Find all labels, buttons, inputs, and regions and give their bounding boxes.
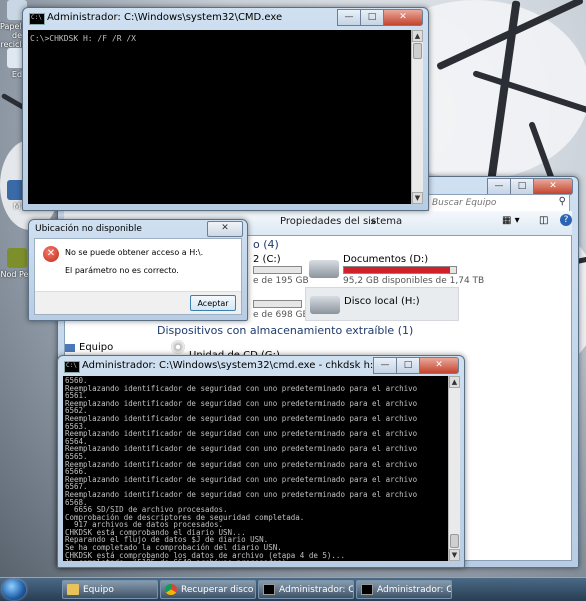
scroll-down-arrow-icon[interactable]: ▼	[412, 192, 423, 204]
error-message: No se puede obtener acceso a H:\.	[65, 248, 204, 257]
toolbar-more-button[interactable]: »	[370, 215, 377, 228]
drive-d-free-text: 95,2 GB disponibles de 1,74 TB	[343, 276, 485, 286]
desktop-icon-label: Ed	[11, 70, 23, 79]
scroll-up-arrow-icon[interactable]: ▲	[449, 376, 460, 388]
taskbar-button-label: Equipo	[83, 585, 114, 595]
dialog-footer: Aceptar	[35, 291, 241, 314]
taskbar-button-label: Administrador: C:\Wi...	[377, 585, 452, 595]
dialog-body: ✕ No se puede obtener acceso a H:\. El p…	[34, 238, 242, 315]
drive-3-free-text: e de 698 GB	[253, 310, 309, 320]
cmd-icon	[64, 361, 80, 373]
close-button[interactable]: ✕	[419, 357, 459, 374]
taskbar-button-label: Administrador: C:\W...	[279, 585, 354, 595]
window-title: Administrador: C:\Windows\system32\cmd.e…	[82, 360, 413, 371]
console-line: Reemplazando identificador de seguridad …	[65, 398, 418, 408]
taskbar-button-chrome[interactable]: Recuperar disco dur...	[160, 580, 256, 599]
console-line: C:\>CHKDSK H: /F /R /X	[30, 34, 136, 43]
desktop-icon-label: M	[13, 202, 21, 211]
drive-h-label: Disco local (H:)	[344, 296, 420, 307]
drive-c-label[interactable]: 2 (C:)	[253, 254, 281, 265]
cmd-icon	[361, 584, 373, 595]
taskbar-button-explorer[interactable]: Equipo	[62, 580, 158, 599]
taskbar-button-cmd-1[interactable]: Administrador: C:\W...	[258, 580, 354, 599]
drive-c-free-text: e de 195 GB	[253, 276, 309, 286]
minimize-button[interactable]: —	[373, 357, 397, 374]
console-line: Reemplazando identificador de seguridad …	[65, 459, 418, 469]
cmd-window-top: Administrador: C:\Windows\system32\CMD.e…	[22, 7, 429, 211]
dialog-title: Ubicación no disponible	[35, 224, 142, 234]
search-icon: ⚲	[558, 196, 566, 207]
drive-d-usage-bar	[343, 266, 457, 274]
console-line: 1% completado. (5195 de 6640 archivos pr…	[65, 559, 446, 561]
cmd-icon	[29, 13, 45, 25]
maximize-button[interactable]: □	[510, 178, 534, 195]
scrollbar-thumb[interactable]	[413, 43, 422, 59]
scroll-down-arrow-icon[interactable]: ▼	[449, 549, 460, 561]
chrome-icon	[165, 584, 177, 595]
maximize-button[interactable]: □	[396, 357, 420, 374]
minimize-button[interactable]: —	[487, 178, 511, 195]
dialog-titlebar[interactable]: Ubicación no disponible ✕	[29, 220, 247, 240]
error-detail: El parámetro no es correcto.	[65, 266, 179, 275]
console-scrollbar[interactable]: ▲ ▼	[448, 376, 460, 561]
system-properties-button[interactable]: Propiedades del sistema	[280, 216, 402, 227]
error-dialog: Ubicación no disponible ✕ ✕ No se puede …	[28, 219, 248, 321]
drive-h-tile[interactable]: Disco local (H:)	[305, 287, 459, 321]
view-options-button[interactable]: ▦ ▾	[502, 215, 520, 226]
preview-pane-button[interactable]: ◫	[539, 215, 548, 226]
console-line: Reemplazando identificador de seguridad …	[65, 413, 418, 423]
start-button[interactable]	[2, 579, 26, 600]
search-input[interactable]	[429, 196, 550, 210]
maximize-button[interactable]: □	[360, 9, 384, 26]
minimize-button[interactable]: —	[337, 9, 361, 26]
search-box[interactable]: ⚲	[428, 194, 570, 212]
console-line: Reemplazando identificador de seguridad …	[65, 383, 418, 393]
console-line: Reemplazando identificador de seguridad …	[65, 489, 418, 499]
hard-drive-icon	[309, 260, 339, 278]
help-button[interactable]: ?	[560, 214, 572, 226]
hdd-section-header[interactable]: o (4)	[253, 238, 279, 251]
dialog-close-button[interactable]: ✕	[207, 221, 243, 237]
cmd-top-titlebar[interactable]: Administrador: C:\Windows\system32\CMD.e…	[23, 8, 428, 28]
taskbar-button-cmd-2[interactable]: Administrador: C:\Wi...	[356, 580, 452, 599]
cmd-window-bottom: Administrador: C:\Windows\system32\cmd.e…	[57, 355, 465, 568]
console-line: Reemplazando identificador de seguridad …	[65, 429, 418, 439]
nav-computer-icon	[65, 344, 75, 352]
console-line: Reemplazando identificador de seguridad …	[65, 474, 418, 484]
console-scrollbar[interactable]: ▲ ▼	[411, 30, 423, 204]
ok-button[interactable]: Aceptar	[190, 295, 236, 311]
taskbar-button-label: Recuperar disco dur...	[181, 585, 255, 595]
folder-icon	[67, 584, 79, 595]
cmd-icon	[263, 584, 275, 595]
nav-item-computer[interactable]: Equipo	[79, 342, 113, 353]
drive-d-label[interactable]: Documentos (D:)	[343, 254, 428, 265]
console-line: Reemplazando identificador de seguridad …	[65, 444, 418, 454]
console-output[interactable]: C:\>CHKDSK H: /F /R /X	[28, 30, 411, 204]
scroll-up-arrow-icon[interactable]: ▲	[412, 30, 423, 42]
drive-3-usage-bar	[253, 300, 302, 308]
taskbar: Equipo Recuperar disco dur... Administra…	[0, 577, 586, 601]
program-icon	[7, 248, 27, 268]
close-button[interactable]: ✕	[383, 9, 423, 26]
window-title: Administrador: C:\Windows\system32\CMD.e…	[47, 12, 283, 23]
console-lines: 6560. Reemplazando identificador de segur…	[65, 377, 446, 561]
close-button[interactable]: ✕	[533, 178, 573, 195]
hard-drive-icon	[310, 296, 340, 314]
removable-section-header[interactable]: Dispositivos con almacenamiento extraíbl…	[157, 324, 413, 337]
cmd-bottom-titlebar[interactable]: Administrador: C:\Windows\system32\cmd.e…	[58, 356, 464, 376]
cd-drive-icon	[171, 340, 185, 354]
console-output[interactable]: 6560. Reemplazando identificador de segur…	[63, 376, 448, 561]
scrollbar-thumb[interactable]	[450, 534, 459, 548]
error-icon: ✕	[43, 246, 59, 262]
drive-c-usage-bar	[253, 266, 302, 274]
